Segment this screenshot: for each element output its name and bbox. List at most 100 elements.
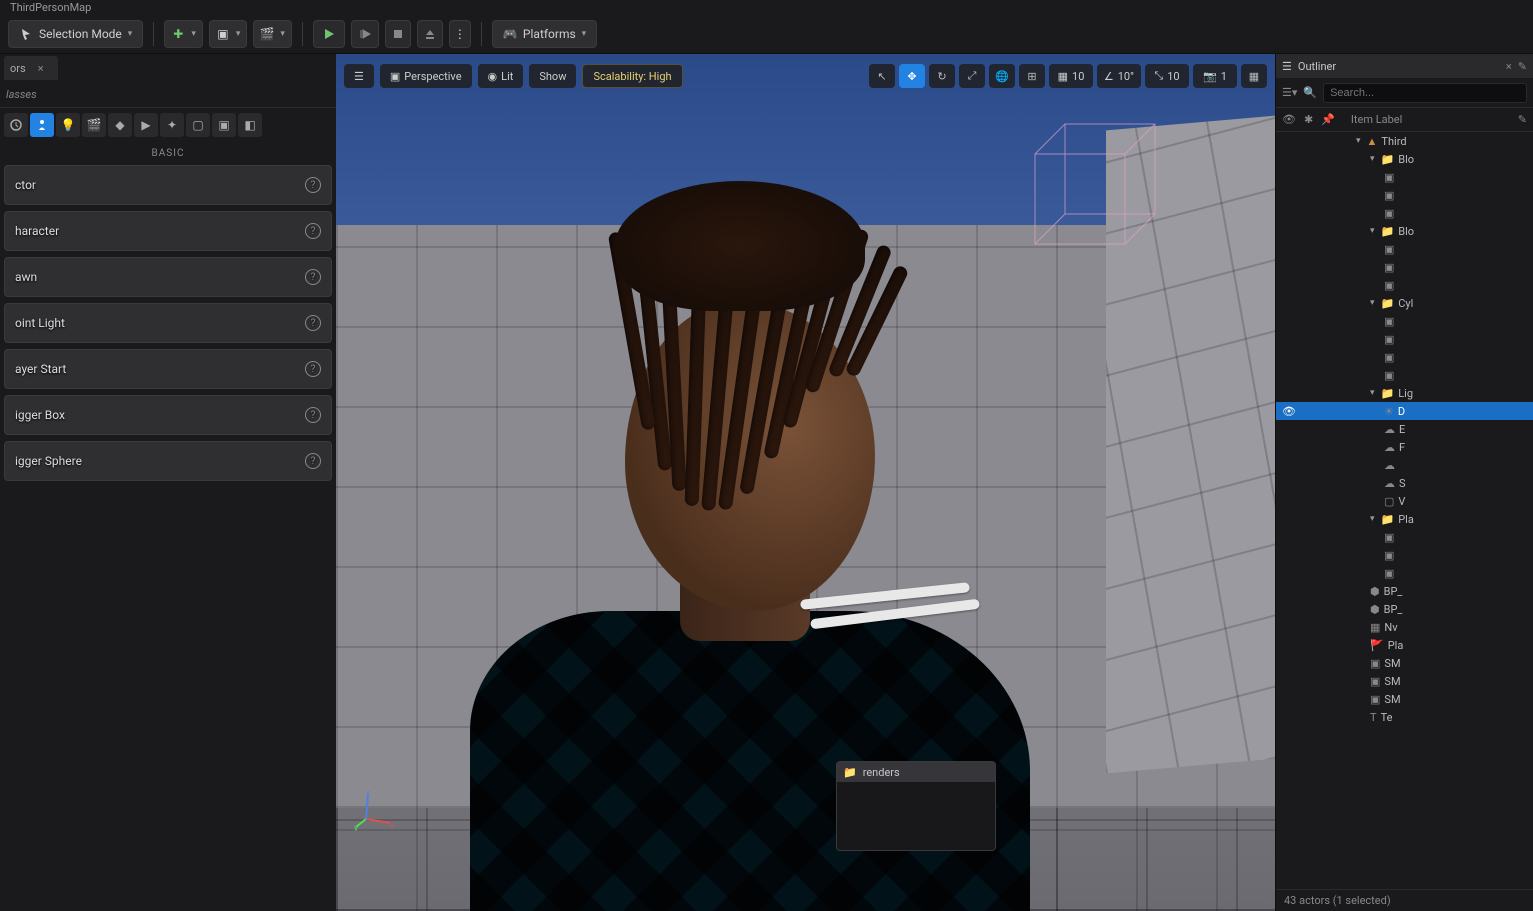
pin-icon[interactable]: 📌 — [1321, 113, 1335, 126]
tree-row-block1[interactable]: ▾📁Blo — [1276, 150, 1533, 168]
strip-basic-button[interactable] — [30, 113, 54, 137]
actor-item[interactable]: ayer Start? — [4, 349, 332, 389]
strip-shapes-button[interactable]: ◆ — [108, 113, 132, 137]
strip-volumes-button[interactable]: ▢ — [186, 113, 210, 137]
place-actors-tab[interactable]: ors × — [4, 56, 58, 80]
tree-row-dl[interactable]: 👁☀D — [1276, 402, 1533, 420]
tree-row-p2[interactable]: ▣ — [1276, 546, 1533, 564]
expand-icon[interactable]: ▾ — [1356, 136, 1361, 146]
show-button[interactable]: Show — [529, 64, 576, 88]
eye-icon[interactable]: 👁 — [1282, 405, 1296, 418]
tree-row-c1[interactable]: ▣ — [1276, 312, 1533, 330]
expand-icon[interactable]: ▾ — [1370, 154, 1375, 164]
strip-cinematic-button[interactable]: 🎬 — [82, 113, 106, 137]
help-icon[interactable]: ? — [305, 453, 321, 469]
tree-row-c2[interactable]: ▣ — [1276, 330, 1533, 348]
help-icon[interactable]: ? — [305, 177, 321, 193]
tree-row-world[interactable]: ▾▲Third — [1276, 132, 1533, 150]
outliner-search-input[interactable] — [1323, 83, 1527, 103]
scale-tool-button[interactable]: ⤢ — [959, 64, 985, 88]
selection-mode-button[interactable]: Selection Mode ▾ — [8, 20, 143, 48]
star-icon[interactable]: ✱ — [1304, 113, 1313, 126]
tree-row-a1[interactable]: ▣ — [1276, 168, 1533, 186]
settings-icon[interactable]: ✎ — [1518, 60, 1527, 73]
help-icon[interactable]: ? — [305, 223, 321, 239]
viewport-menu-button[interactable]: ☰ — [344, 64, 374, 88]
blueprint-button[interactable]: ▣ ▾ — [209, 20, 248, 48]
expand-icon[interactable]: ▾ — [1370, 298, 1375, 308]
folder-preview-popup[interactable]: 📁 renders — [836, 761, 996, 851]
tree-row-c4[interactable]: ▣ — [1276, 366, 1533, 384]
translate-tool-button[interactable]: ✥ — [899, 64, 925, 88]
strip-all-button[interactable]: ▣ — [212, 113, 236, 137]
surface-snap-button[interactable]: ⊞ — [1019, 64, 1045, 88]
grid-snap-button[interactable]: ▦ 10 — [1049, 64, 1093, 88]
tree-row-bp1[interactable]: ⬢BP_ — [1276, 582, 1533, 600]
select-tool-button[interactable]: ↖ — [869, 64, 895, 88]
actor-item[interactable]: igger Box? — [4, 395, 332, 435]
tree-row-c3[interactable]: ▣ — [1276, 348, 1533, 366]
tree-row-sky[interactable]: ☁ — [1276, 456, 1533, 474]
tree-row-sm1[interactable]: ▣SM — [1276, 654, 1533, 672]
camera-speed-button[interactable]: 📷 1 — [1193, 64, 1237, 88]
tree-row-p1[interactable]: ▣ — [1276, 528, 1533, 546]
brush-icon[interactable]: ✎ — [1518, 113, 1527, 126]
tree-row-eh[interactable]: ☁E — [1276, 420, 1533, 438]
tree-row-block2[interactable]: ▾📁Blo — [1276, 222, 1533, 240]
help-icon[interactable]: ? — [305, 315, 321, 331]
tree-row-fog[interactable]: ☁F — [1276, 438, 1533, 456]
tree-row-b2[interactable]: ▣ — [1276, 258, 1533, 276]
scalability-button[interactable]: Scalability: High — [582, 64, 682, 88]
viewport[interactable]: x y z 📁 renders ☰ ▣ Perspective ◉ Lit — [336, 54, 1275, 911]
platforms-button[interactable]: 🎮 Platforms ▾ — [492, 20, 597, 48]
stop-button[interactable] — [385, 20, 411, 48]
tree-row-tex[interactable]: TTe — [1276, 708, 1533, 726]
outliner-tab[interactable]: ☰ Outliner × ✎ — [1276, 54, 1533, 78]
help-icon[interactable]: ? — [305, 269, 321, 285]
world-local-button[interactable]: 🌐 — [989, 64, 1015, 88]
tree-row-p3[interactable]: ▣ — [1276, 564, 1533, 582]
tree-row-sm3[interactable]: ▣SM — [1276, 690, 1533, 708]
perspective-button[interactable]: ▣ Perspective — [380, 64, 472, 88]
expand-icon[interactable]: ▾ — [1370, 388, 1375, 398]
close-icon[interactable]: × — [38, 62, 44, 75]
help-icon[interactable]: ? — [305, 361, 321, 377]
tree-row-a2[interactable]: ▣ — [1276, 186, 1533, 204]
tree-row-cyl[interactable]: ▾📁Cyl — [1276, 294, 1533, 312]
tree-row-sm2[interactable]: ▣SM — [1276, 672, 1533, 690]
play-options-button[interactable] — [351, 20, 379, 48]
eject-button[interactable] — [417, 20, 443, 48]
filter-button[interactable]: ☰▾ — [1282, 86, 1297, 99]
strip-geo-button[interactable]: ◧ — [238, 113, 262, 137]
help-icon[interactable]: ? — [305, 407, 321, 423]
strip-vfx-button[interactable]: ✦ — [160, 113, 184, 137]
scale-snap-button[interactable]: ⤡ 10 — [1145, 64, 1189, 88]
sequencer-button[interactable]: 🎬 ▾ — [253, 20, 292, 48]
search-classes-input[interactable]: lasses — [6, 88, 37, 101]
tree-row-ps[interactable]: 🚩Pla — [1276, 636, 1533, 654]
tree-row-sl[interactable]: ☁S — [1276, 474, 1533, 492]
tree-row-a3[interactable]: ▣ — [1276, 204, 1533, 222]
close-icon[interactable]: × — [1506, 60, 1512, 73]
rotate-tool-button[interactable]: ↻ — [929, 64, 955, 88]
strip-lights-button[interactable]: 💡 — [56, 113, 80, 137]
actor-item[interactable]: ctor? — [4, 165, 332, 205]
expand-icon[interactable]: ▾ — [1370, 514, 1375, 524]
tree-row-play[interactable]: ▾📁Pla — [1276, 510, 1533, 528]
actor-item[interactable]: igger Sphere? — [4, 441, 332, 481]
actor-item[interactable]: oint Light? — [4, 303, 332, 343]
strip-recent-button[interactable] — [4, 113, 28, 137]
add-content-button[interactable]: ✚ ▾ — [164, 20, 203, 48]
eye-icon[interactable]: 👁 — [1282, 113, 1296, 126]
strip-media-button[interactable]: ▶ — [134, 113, 158, 137]
actor-item[interactable]: haracter? — [4, 211, 332, 251]
tree-row-b3[interactable]: ▣ — [1276, 276, 1533, 294]
play-button[interactable] — [313, 20, 345, 48]
actor-item[interactable]: awn? — [4, 257, 332, 297]
tree-row-nv[interactable]: ▦Nv — [1276, 618, 1533, 636]
tree-row-vc[interactable]: ▢V — [1276, 492, 1533, 510]
tree-row-light[interactable]: ▾📁Lig — [1276, 384, 1533, 402]
tree-row-bp2[interactable]: ⬢BP_ — [1276, 600, 1533, 618]
expand-icon[interactable]: ▾ — [1370, 226, 1375, 236]
angle-snap-button[interactable]: ∠ 10° — [1097, 64, 1141, 88]
